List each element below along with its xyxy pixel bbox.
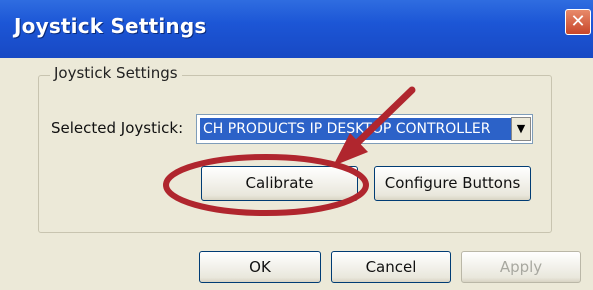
chevron-down-icon: ▼	[516, 122, 526, 135]
joystick-settings-group	[38, 75, 552, 233]
title-bar: Joystick Settings ✕	[0, 0, 593, 59]
dropdown-arrow-button[interactable]: ▼	[511, 117, 531, 141]
close-button[interactable]: ✕	[565, 9, 591, 35]
joystick-select-value: CH PRODUCTS IP DESKTOP CONTROLLER	[200, 118, 511, 140]
ok-button[interactable]: OK	[199, 251, 321, 283]
selected-joystick-label: Selected Joystick:	[51, 119, 184, 137]
apply-button[interactable]: Apply	[461, 251, 581, 283]
window-title: Joystick Settings	[14, 14, 207, 38]
close-icon: ✕	[570, 11, 586, 32]
group-label: Joystick Settings	[50, 64, 182, 82]
cancel-button[interactable]: Cancel	[331, 251, 451, 283]
configure-buttons-button[interactable]: Configure Buttons	[374, 166, 531, 201]
calibrate-button[interactable]: Calibrate	[201, 166, 358, 201]
joystick-select[interactable]: CH PRODUCTS IP DESKTOP CONTROLLER ▼	[196, 114, 533, 144]
